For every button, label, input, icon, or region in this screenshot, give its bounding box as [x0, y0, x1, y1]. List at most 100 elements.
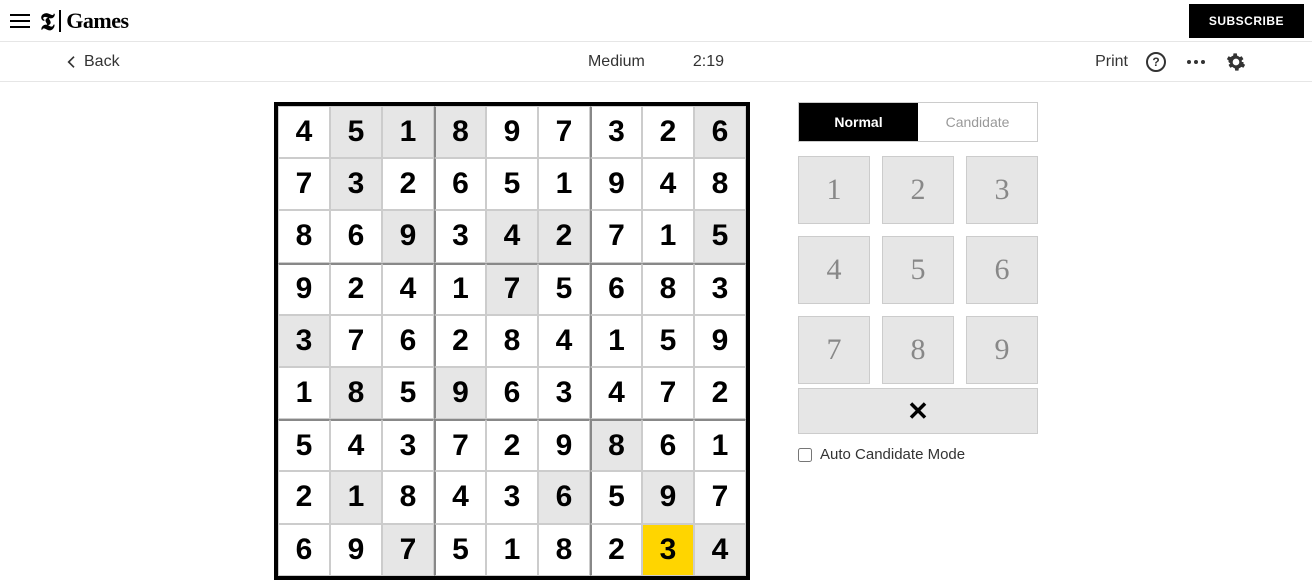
- cell-r1-c4[interactable]: 5: [486, 158, 538, 210]
- cell-r8-c3[interactable]: 5: [434, 524, 486, 576]
- cell-r2-c3[interactable]: 3: [434, 210, 486, 262]
- cell-r6-c3[interactable]: 7: [434, 419, 486, 471]
- cell-r7-c5[interactable]: 6: [538, 471, 590, 523]
- numpad-8[interactable]: 8: [882, 316, 954, 384]
- cell-r6-c0[interactable]: 5: [278, 419, 330, 471]
- cell-r2-c8[interactable]: 5: [694, 210, 746, 262]
- cell-r5-c4[interactable]: 6: [486, 367, 538, 419]
- cell-r8-c8[interactable]: 4: [694, 524, 746, 576]
- cell-r6-c4[interactable]: 2: [486, 419, 538, 471]
- cell-r4-c6[interactable]: 1: [590, 315, 642, 367]
- numpad-3[interactable]: 3: [966, 156, 1038, 224]
- cell-r4-c8[interactable]: 9: [694, 315, 746, 367]
- cell-r6-c8[interactable]: 1: [694, 419, 746, 471]
- cell-r5-c5[interactable]: 3: [538, 367, 590, 419]
- cell-r5-c1[interactable]: 8: [330, 367, 382, 419]
- erase-button[interactable]: ✕: [798, 388, 1038, 434]
- cell-r1-c0[interactable]: 7: [278, 158, 330, 210]
- cell-r3-c6[interactable]: 6: [590, 263, 642, 315]
- cell-r2-c4[interactable]: 4: [486, 210, 538, 262]
- cell-r3-c8[interactable]: 3: [694, 263, 746, 315]
- numpad-9[interactable]: 9: [966, 316, 1038, 384]
- cell-r7-c3[interactable]: 4: [434, 471, 486, 523]
- cell-r2-c0[interactable]: 8: [278, 210, 330, 262]
- cell-r0-c4[interactable]: 9: [486, 106, 538, 158]
- cell-r0-c0[interactable]: 4: [278, 106, 330, 158]
- cell-r3-c7[interactable]: 8: [642, 263, 694, 315]
- numpad-1[interactable]: 1: [798, 156, 870, 224]
- auto-candidate-row[interactable]: Auto Candidate Mode: [798, 446, 1038, 463]
- cell-r7-c8[interactable]: 7: [694, 471, 746, 523]
- cell-r5-c8[interactable]: 2: [694, 367, 746, 419]
- cell-r0-c3[interactable]: 8: [434, 106, 486, 158]
- numpad-6[interactable]: 6: [966, 236, 1038, 304]
- help-button[interactable]: ?: [1144, 50, 1168, 74]
- cell-r6-c1[interactable]: 4: [330, 419, 382, 471]
- menu-icon[interactable]: [8, 9, 32, 33]
- cell-r7-c4[interactable]: 3: [486, 471, 538, 523]
- cell-r7-c2[interactable]: 8: [382, 471, 434, 523]
- cell-r3-c1[interactable]: 2: [330, 263, 382, 315]
- cell-r3-c5[interactable]: 5: [538, 263, 590, 315]
- cell-r5-c7[interactable]: 7: [642, 367, 694, 419]
- cell-r7-c7[interactable]: 9: [642, 471, 694, 523]
- cell-r1-c2[interactable]: 2: [382, 158, 434, 210]
- cell-r6-c5[interactable]: 9: [538, 419, 590, 471]
- auto-candidate-checkbox[interactable]: [798, 448, 812, 462]
- cell-r3-c4[interactable]: 7: [486, 263, 538, 315]
- cell-r3-c3[interactable]: 1: [434, 263, 486, 315]
- cell-r7-c0[interactable]: 2: [278, 471, 330, 523]
- cell-r2-c7[interactable]: 1: [642, 210, 694, 262]
- mode-candidate-button[interactable]: Candidate: [918, 103, 1037, 141]
- cell-r7-c6[interactable]: 5: [590, 471, 642, 523]
- cell-r0-c7[interactable]: 2: [642, 106, 694, 158]
- cell-r4-c7[interactable]: 5: [642, 315, 694, 367]
- cell-r1-c7[interactable]: 4: [642, 158, 694, 210]
- cell-r2-c2[interactable]: 9: [382, 210, 434, 262]
- cell-r2-c6[interactable]: 7: [590, 210, 642, 262]
- numpad-7[interactable]: 7: [798, 316, 870, 384]
- settings-button[interactable]: [1224, 50, 1248, 74]
- cell-r1-c5[interactable]: 1: [538, 158, 590, 210]
- cell-r7-c1[interactable]: 1: [330, 471, 382, 523]
- cell-r0-c6[interactable]: 3: [590, 106, 642, 158]
- cell-r0-c1[interactable]: 5: [330, 106, 382, 158]
- mode-normal-button[interactable]: Normal: [799, 103, 918, 141]
- back-button[interactable]: Back: [64, 53, 120, 71]
- cell-r1-c8[interactable]: 8: [694, 158, 746, 210]
- numpad-2[interactable]: 2: [882, 156, 954, 224]
- cell-r8-c7[interactable]: 3: [642, 524, 694, 576]
- cell-r1-c3[interactable]: 6: [434, 158, 486, 210]
- cell-r5-c0[interactable]: 1: [278, 367, 330, 419]
- cell-r3-c0[interactable]: 9: [278, 263, 330, 315]
- cell-r4-c3[interactable]: 2: [434, 315, 486, 367]
- numpad-5[interactable]: 5: [882, 236, 954, 304]
- print-button[interactable]: Print: [1095, 53, 1128, 71]
- cell-r8-c2[interactable]: 7: [382, 524, 434, 576]
- cell-r4-c2[interactable]: 6: [382, 315, 434, 367]
- cell-r4-c0[interactable]: 3: [278, 315, 330, 367]
- cell-r8-c5[interactable]: 8: [538, 524, 590, 576]
- cell-r4-c1[interactable]: 7: [330, 315, 382, 367]
- cell-r8-c1[interactable]: 9: [330, 524, 382, 576]
- cell-r5-c6[interactable]: 4: [590, 367, 642, 419]
- cell-r0-c5[interactable]: 7: [538, 106, 590, 158]
- subscribe-button[interactable]: SUBSCRIBE: [1189, 4, 1304, 38]
- logo[interactable]: 𝕿 Games: [40, 5, 129, 37]
- cell-r1-c6[interactable]: 9: [590, 158, 642, 210]
- cell-r5-c2[interactable]: 5: [382, 367, 434, 419]
- cell-r6-c7[interactable]: 6: [642, 419, 694, 471]
- cell-r2-c5[interactable]: 2: [538, 210, 590, 262]
- more-button[interactable]: [1184, 50, 1208, 74]
- cell-r8-c0[interactable]: 6: [278, 524, 330, 576]
- numpad-4[interactable]: 4: [798, 236, 870, 304]
- cell-r6-c6[interactable]: 8: [590, 419, 642, 471]
- cell-r4-c5[interactable]: 4: [538, 315, 590, 367]
- cell-r0-c2[interactable]: 1: [382, 106, 434, 158]
- cell-r3-c2[interactable]: 4: [382, 263, 434, 315]
- cell-r0-c8[interactable]: 6: [694, 106, 746, 158]
- cell-r4-c4[interactable]: 8: [486, 315, 538, 367]
- cell-r8-c4[interactable]: 1: [486, 524, 538, 576]
- cell-r5-c3[interactable]: 9: [434, 367, 486, 419]
- cell-r6-c2[interactable]: 3: [382, 419, 434, 471]
